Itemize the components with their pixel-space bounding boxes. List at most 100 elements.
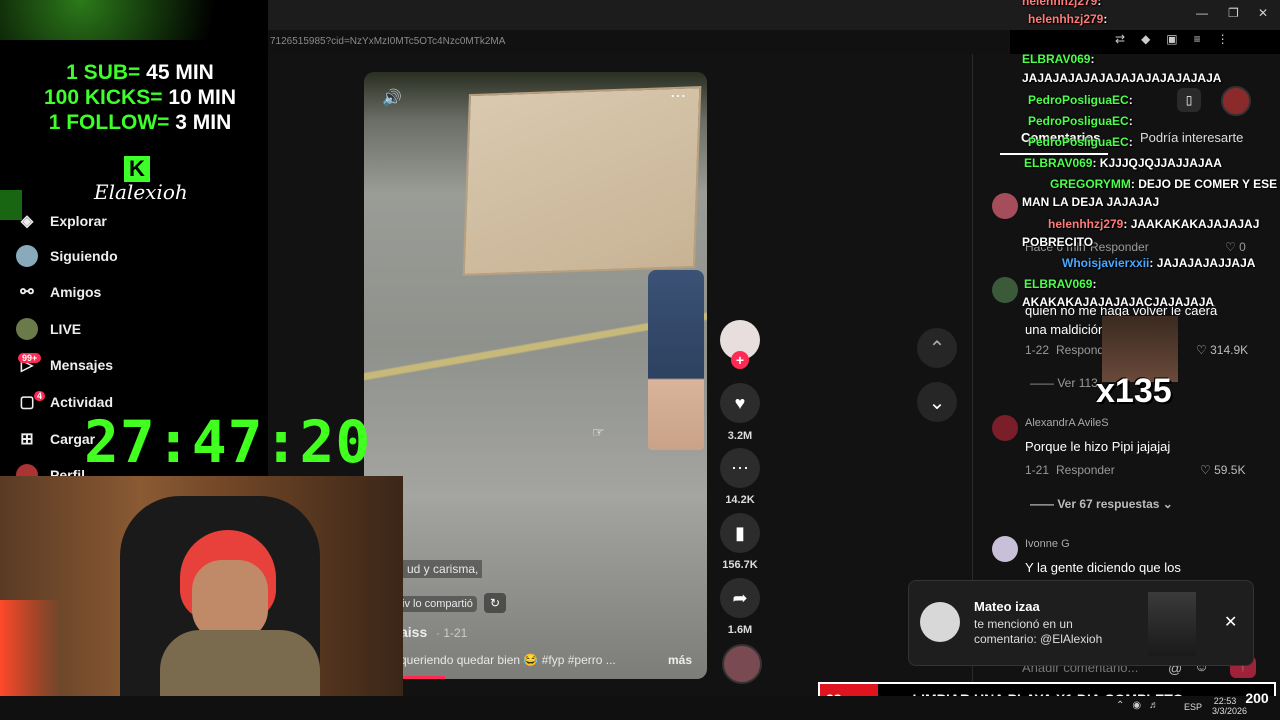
rates-block: 1 SUB= 45 MIN 100 KICKS= 10 MIN 1 FOLLOW… xyxy=(20,60,260,135)
follow-plus-icon[interactable]: + xyxy=(731,351,749,369)
more-options-icon[interactable]: ⋯ xyxy=(670,86,686,106)
video-progress-bar[interactable] xyxy=(403,676,445,679)
kick-logo-icon: K xyxy=(124,156,150,182)
chat-text: : xyxy=(1128,114,1133,128)
windows-taskbar xyxy=(0,696,1280,720)
rate-value: 10 MIN xyxy=(168,86,236,109)
view-replies[interactable]: —— Ver 67 respuestas ⌄ xyxy=(1030,497,1173,511)
like-button[interactable]: ♥ xyxy=(720,383,760,423)
rate-line: 1 FOLLOW= 3 MIN xyxy=(20,110,260,135)
reply-button[interactable]: Responder xyxy=(1056,463,1115,477)
rate-label: 100 KICKS= xyxy=(43,86,163,109)
chat-message: helenhhzj279: JAAKAKAKAJAJAJAJ xyxy=(1048,217,1259,231)
chat-user: ELBRAV069 xyxy=(1022,52,1091,66)
rate-value: 3 MIN xyxy=(175,111,232,134)
messages-badge: 99+ xyxy=(18,353,42,363)
chat-message: POBRECITO xyxy=(1022,235,1093,249)
chat-message: Whoisjavierxxii: JAJAJAJAJJAJA xyxy=(1062,256,1255,270)
chat-text: : xyxy=(1128,93,1133,107)
next-video-button[interactable]: ⌄ xyxy=(917,382,957,422)
comment-username[interactable]: AlexandrA AvileS xyxy=(1025,417,1109,429)
chat-message: ELBRAV069: KJJJQJQJJAJJAJAA xyxy=(1024,156,1222,170)
comment-button[interactable]: ⋯ xyxy=(720,448,760,488)
comment-avatar[interactable] xyxy=(992,193,1018,219)
comment-avatar[interactable] xyxy=(992,536,1018,562)
overlay-glow-shape xyxy=(0,0,268,40)
view-replies-label: Ver 67 respuestas xyxy=(1057,497,1160,511)
system-tray: ⌃ ◉ ♬ xyxy=(1116,700,1159,711)
clock-time: 22:53 xyxy=(1213,696,1237,706)
music-disc-avatar[interactable] xyxy=(722,644,762,684)
sidebar-item-amigos[interactable]: ⚯ Amigos xyxy=(16,277,101,307)
comment-date: 1-22 xyxy=(1025,343,1050,357)
sidebar-item-label: Siguiendo xyxy=(50,248,118,264)
video-description: queriendo quedar bien 😂 #fyp #perro ... xyxy=(400,653,616,667)
rate-label: 1 SUB= xyxy=(66,61,141,84)
chat-text: MAN LA DEJA JAJAJAJ xyxy=(1022,195,1160,209)
notification-line1: te mencionó en un xyxy=(974,617,1073,631)
chat-user: ELBRAV069 xyxy=(1024,277,1093,291)
comment-username[interactable]: Ivonne G xyxy=(1025,538,1070,550)
previous-video-button[interactable]: ⌃ xyxy=(917,328,957,368)
close-icon[interactable]: ✕ xyxy=(1224,612,1237,632)
network-icon[interactable]: ◉ xyxy=(1132,700,1141,711)
chevron-up-icon: ⌃ xyxy=(928,337,946,360)
comment-text: Porque le hizo Pipi jajajaj xyxy=(1025,439,1171,454)
comment-icon: ⋯ xyxy=(731,457,749,478)
streamer-face-shape xyxy=(192,560,268,640)
comment-text: Y la gente diciendo que los xyxy=(1025,560,1181,575)
chat-user: Whoisjavierxxii xyxy=(1062,256,1150,270)
chat-message: PedroPosliguaEC: xyxy=(1028,135,1133,149)
comment-date: 1-21 xyxy=(1025,463,1050,477)
notification-line2: comentario: @ElAlexioh xyxy=(974,632,1103,646)
sidebar-item-siguiendo[interactable]: Siguiendo xyxy=(16,241,118,271)
notification-thumbnail xyxy=(1148,592,1196,656)
share-button[interactable]: ➦ xyxy=(720,578,760,618)
notification-avatar xyxy=(920,602,960,642)
chat-text: : JAJAJAJAJJAJA xyxy=(1149,256,1256,270)
clock-date: 3/3/2026 xyxy=(1212,706,1248,716)
more-link[interactable]: más xyxy=(668,653,692,667)
sidebar-item-label: LIVE xyxy=(50,321,82,337)
share-count: 1.6M xyxy=(727,624,753,636)
chevron-up-icon[interactable]: ⌃ xyxy=(1116,700,1124,711)
sidebar-item-label: Explorar xyxy=(50,213,107,229)
chat-text: : DEJO DE COMER Y ESE xyxy=(1130,177,1278,191)
chat-text: : xyxy=(1097,0,1102,8)
subathon-timer: 27:47:20 xyxy=(84,408,372,476)
save-button[interactable]: ▮ xyxy=(720,513,760,553)
chat-user: PedroPosliguaEC xyxy=(1028,114,1129,128)
address-bar[interactable]: 71265159​85?cid=NzYxMzI0MTc5OTc4Nzc0MTk2… xyxy=(268,30,1010,54)
comment-likes: ♡ 314.9K xyxy=(1196,343,1249,357)
video-caption: ud y carisma, xyxy=(403,560,483,578)
comment-likes-value: 59.5K xyxy=(1214,463,1246,477)
chat-text: : xyxy=(1128,135,1133,149)
sidebar-item-live[interactable]: LIVE xyxy=(16,314,81,344)
goal-count-right: 200 xyxy=(1245,690,1269,706)
avatar-icon xyxy=(16,245,38,267)
language-indicator[interactable]: ESP xyxy=(1184,702,1202,712)
speaker-icon[interactable]: ♬ xyxy=(1149,700,1159,711)
chat-message: PedroPosliguaEC: xyxy=(1028,93,1133,107)
notification-name: Mateo izaa xyxy=(974,599,1040,614)
chevron-down-icon: ⌄ xyxy=(928,391,946,414)
video-date: · 1-21 xyxy=(436,626,468,640)
sidebar-item-explorar[interactable]: ◈ Explorar xyxy=(16,206,107,236)
video-author[interactable]: aiss xyxy=(400,624,427,640)
clock[interactable]: 22:53 3/3/2026 xyxy=(1212,696,1248,716)
chat-user: helenhhzj279 xyxy=(1022,0,1098,8)
chat-user: helenhhzj279 xyxy=(1028,12,1104,26)
chat-user: GREGORYMM xyxy=(1050,177,1131,191)
repost-icon[interactable]: ↻ xyxy=(484,593,506,613)
compass-icon: ◈ xyxy=(20,213,34,230)
comment-avatar[interactable] xyxy=(992,415,1018,441)
chat-message: AKAKAKAJAJAJAJACJAJAJAJA xyxy=(1022,295,1214,309)
comment-avatar[interactable] xyxy=(992,277,1018,303)
rate-label: 1 FOLLOW= xyxy=(48,111,170,134)
person-leg-shape xyxy=(648,270,704,450)
volume-icon[interactable]: 🔊 xyxy=(382,88,402,108)
view-replies[interactable]: —— Ver 113 xyxy=(1030,376,1098,390)
view-replies-label: Ver 113 xyxy=(1057,376,1098,390)
shared-label: iv lo compartió xyxy=(398,596,477,612)
chat-user: ELBRAV069 xyxy=(1024,156,1093,170)
